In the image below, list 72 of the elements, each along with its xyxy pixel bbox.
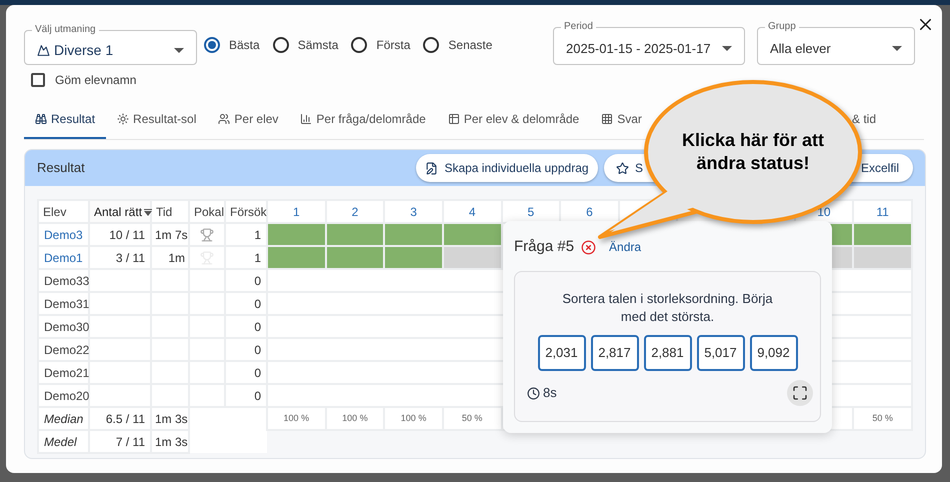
checkbox[interactable] [31,73,45,87]
fullscreen-icon [792,385,808,401]
table-cell: 7 / 11 [89,430,151,453]
star-icon [616,162,629,174]
grid-icon [601,113,614,125]
table-cell: 1m 3s [151,407,189,430]
table-icon [448,113,460,125]
percent-cell: 100 % [267,407,326,430]
answer-tile: 2,817 [590,335,638,371]
panel-title: Resultat [37,159,85,178]
column-header[interactable]: Antal rätt [89,200,151,223]
fullscreen-button[interactable] [787,380,813,406]
result-cell[interactable] [384,223,443,246]
result-cell[interactable] [326,223,384,246]
popup-title: Fråga #5 [514,236,574,257]
percent-cell: 50 % [442,407,502,430]
caret-icon [174,48,184,52]
answer-tile: 5,017 [696,335,744,371]
table-cell: 1m 3s [151,430,189,453]
bar-chart-icon [300,113,312,125]
tab[interactable]: Per elev [207,101,290,139]
radio-button[interactable] [351,37,368,53]
summary-label: Median [38,407,89,430]
percent-cell: 100 % [384,407,443,430]
group-select[interactable]: Grupp Alla elever [757,21,915,65]
result-cell[interactable] [853,223,912,246]
period-select[interactable]: Period 2025-01-15 - 2025-01-17 [553,21,745,65]
field-label: Period [564,21,593,32]
result-cell[interactable] [384,246,443,269]
binoculars-icon [35,113,47,125]
tab[interactable]: Per fråga/delområde [289,101,437,139]
caret-icon [892,46,902,51]
result-cell[interactable] [442,246,502,269]
result-cell[interactable] [442,223,502,246]
result-cell[interactable] [853,246,912,269]
tab[interactable]: Svar [590,101,642,139]
question-text: Sortera talen i storleksordning. Börja med det största. [561,290,774,326]
radio-label: Bästa [229,37,260,54]
panel-button[interactable]: Skapa individuella uppdrag [416,154,598,182]
users-icon [218,113,230,125]
answer-tile: 2,881 [644,335,692,371]
radio-label: Sämsta [298,37,338,54]
percent-cell: 50 % [853,407,912,430]
tab[interactable]: Per elev & delområde [436,101,590,139]
sun-icon [117,113,130,125]
change-link[interactable]: Ändra [609,238,642,256]
challenge-select[interactable]: Välj utmaning Diverse 1 [24,24,197,65]
duration-text: 8s [543,384,557,402]
answer-tile: 9,092 [750,335,798,371]
edit-document-icon [425,162,438,174]
summary-label: Medel [38,430,89,453]
radio-label: Senaste [448,37,492,54]
percent-cell: 100 % [326,407,384,430]
sort-icon [144,208,152,216]
radio-button[interactable] [423,37,440,53]
result-cell[interactable] [267,246,326,269]
caret-icon [722,46,732,51]
field-label: Välj utmaning [35,24,96,35]
field-label: Grupp [768,21,796,32]
clock-icon [527,386,540,400]
result-cell[interactable] [326,246,384,269]
tab[interactable]: Resultat [24,101,106,139]
radio-button[interactable] [204,37,220,53]
tab[interactable]: & tid [852,101,876,139]
result-cell[interactable] [267,223,326,246]
radio-button[interactable] [272,37,289,53]
answer-tile: 2,031 [538,335,586,371]
table-cell: 6.5 / 11 [89,407,151,430]
checkbox-label: Göm elevnamn [55,72,136,89]
tab[interactable]: Resultat-sol [106,101,208,139]
radio-label: Första [376,37,410,54]
column-header[interactable]: Elev [38,200,89,223]
